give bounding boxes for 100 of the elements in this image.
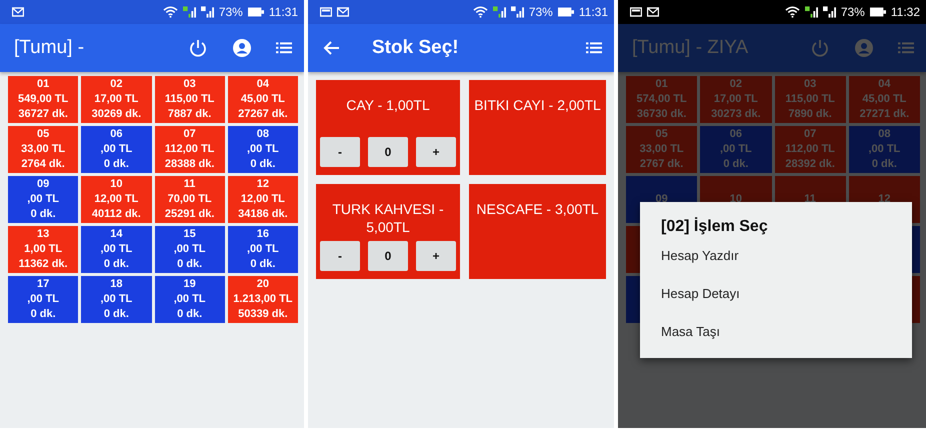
table-duration: 0 dk. (872, 157, 897, 172)
product-name: BITKI CAYI - 2,00TL (474, 96, 601, 114)
product-card[interactable]: NESCAFE - 3,00TL (469, 184, 606, 279)
app-title: Stok Seç! (372, 37, 459, 59)
table-amount: 115,00 TL (785, 92, 835, 107)
product-card[interactable]: CAY - 1,00TL - 0 + (316, 80, 460, 175)
table-tile[interactable]: 14 ,00 TL 0 dk. (81, 226, 152, 273)
product-name: TURK KAHVESI - 5,00TL (331, 200, 445, 236)
table-tile[interactable]: 06 ,00 TL 0 dk. (81, 126, 152, 173)
list-menu-icon[interactable] (276, 42, 292, 54)
table-amount: ,00 TL (246, 142, 279, 157)
table-number: 18 (110, 277, 122, 292)
table-amount: 1.213,00 TL (233, 292, 293, 307)
battery-percent: 73% (528, 5, 553, 19)
table-tile[interactable]: 08 ,00 TL 0 dk. (228, 126, 298, 173)
table-amount: ,00 TL (174, 292, 206, 307)
table-number: 02 (110, 77, 122, 92)
table-tile[interactable]: 02 17,00 TL 30269 dk. (81, 76, 152, 123)
account-icon[interactable] (232, 38, 252, 58)
table-tile[interactable]: 03 115,00 TL 7887 dk. (154, 76, 225, 123)
table-number: 20 (256, 277, 269, 292)
signal-icon (822, 6, 836, 18)
app-title: [Tumu] - ZIYA (632, 37, 748, 59)
increase-button[interactable]: + (416, 137, 456, 167)
product-card[interactable]: BITKI CAYI - 2,00TL (469, 80, 606, 175)
table-tile[interactable]: 07 112,00 TL 28388 dk. (154, 126, 225, 173)
table-tile[interactable]: 01 549,00 TL 36727 dk. (8, 76, 78, 123)
table-tile[interactable]: 15 ,00 TL 0 dk. (154, 226, 225, 273)
table-tile[interactable]: 16 ,00 TL 0 dk. (228, 226, 298, 273)
table-tile[interactable]: 10 12,00 TL 40112 dk. (81, 176, 152, 223)
quantity-value: 0 (368, 137, 408, 167)
table-duration: 0 dk. (250, 257, 276, 272)
signal-icon (804, 6, 818, 18)
power-icon[interactable] (188, 38, 208, 58)
table-amount: 1,00 TL (24, 242, 62, 257)
signal-icon (182, 6, 196, 18)
table-duration: 0 dk. (104, 307, 129, 322)
table-duration: 2764 dk. (21, 157, 65, 172)
table-tile[interactable]: 05 33,00 TL 2764 dk. (8, 126, 78, 173)
table-tile[interactable]: 09 ,00 TL 0 dk. (8, 176, 78, 223)
table-number: 06 (730, 127, 742, 142)
table-tile[interactable]: 04 45,00 TL 27267 dk. (228, 76, 298, 123)
decrease-button[interactable]: - (320, 241, 360, 271)
table-tile[interactable]: 08 ,00 TL 0 dk. (848, 126, 920, 173)
list-menu-icon[interactable] (586, 42, 602, 54)
table-number: 10 (110, 177, 122, 192)
app-title: [Tumu] - (14, 37, 84, 59)
table-number: 14 (110, 227, 122, 242)
table-tile[interactable]: 19 ,00 TL 0 dk. (154, 276, 225, 323)
table-tile[interactable]: 18 ,00 TL 0 dk. (81, 276, 152, 323)
table-duration: 0 dk. (723, 157, 748, 172)
table-tile[interactable]: 11 70,00 TL 25291 dk. (154, 176, 225, 223)
table-amount: 45,00 TL (862, 92, 906, 107)
table-number: 07 (804, 127, 816, 142)
table-amount: ,00 TL (27, 192, 60, 207)
table-amount: 45,00 TL (240, 92, 285, 107)
table-number: 06 (110, 127, 122, 142)
table-tile[interactable]: 06 ,00 TL 0 dk. (700, 126, 772, 173)
mail-icon (337, 7, 349, 17)
table-amount: 70,00 TL (168, 192, 212, 207)
product-card[interactable]: TURK KAHVESI - 5,00TL - 0 + (316, 184, 460, 279)
battery-icon (558, 7, 574, 17)
table-number: 09 (656, 192, 668, 207)
table-amount: 112,00 TL (164, 142, 214, 157)
dialog-menu-item[interactable]: Masa Taşı (661, 324, 720, 339)
table-number: 02 (730, 77, 742, 92)
quantity-value: 0 (368, 241, 408, 271)
table-tile[interactable]: 12 12,00 TL 34186 dk. (228, 176, 298, 223)
table-duration: 36730 dk. (636, 107, 686, 122)
signal-icon (492, 6, 506, 18)
table-duration: 34186 dk. (238, 207, 288, 222)
increase-button[interactable]: + (416, 241, 456, 271)
dialog-menu-item[interactable]: Hesap Detayı (661, 286, 740, 301)
decrease-button[interactable]: - (320, 137, 360, 167)
table-number: 04 (256, 77, 269, 92)
battery-icon (870, 7, 886, 17)
table-tile[interactable]: 13 1,00 TL 11362 dk. (8, 226, 78, 273)
dialog-menu-item[interactable]: Hesap Yazdır (661, 248, 739, 263)
table-tile[interactable]: 20 1.213,00 TL 50339 dk. (228, 276, 298, 323)
table-number: 08 (878, 127, 890, 142)
table-number: 05 (37, 127, 50, 142)
image-icon (320, 7, 332, 17)
wifi-icon (472, 6, 488, 18)
table-number: 03 (804, 77, 816, 92)
table-duration: 25291 dk. (164, 207, 214, 222)
table-number: 12 (256, 177, 269, 192)
clock-time: 11:31 (268, 5, 298, 19)
table-number: 01 (656, 77, 668, 92)
table-tile[interactable]: 17 ,00 TL 0 dk. (8, 276, 78, 323)
table-number: 16 (256, 227, 269, 242)
table-amount: ,00 TL (246, 242, 279, 257)
table-amount: ,00 TL (174, 242, 206, 257)
product-name: NESCAFE - 3,00TL (476, 200, 599, 218)
clock-time: 11:31 (578, 5, 608, 19)
table-duration: 2767 dk. (640, 157, 684, 172)
product-name: CAY - 1,00TL (346, 96, 430, 114)
table-duration: 7890 dk. (788, 107, 832, 122)
table-number: 11 (184, 177, 196, 192)
wifi-icon (162, 6, 178, 18)
table-duration: 50339 dk. (238, 307, 288, 322)
